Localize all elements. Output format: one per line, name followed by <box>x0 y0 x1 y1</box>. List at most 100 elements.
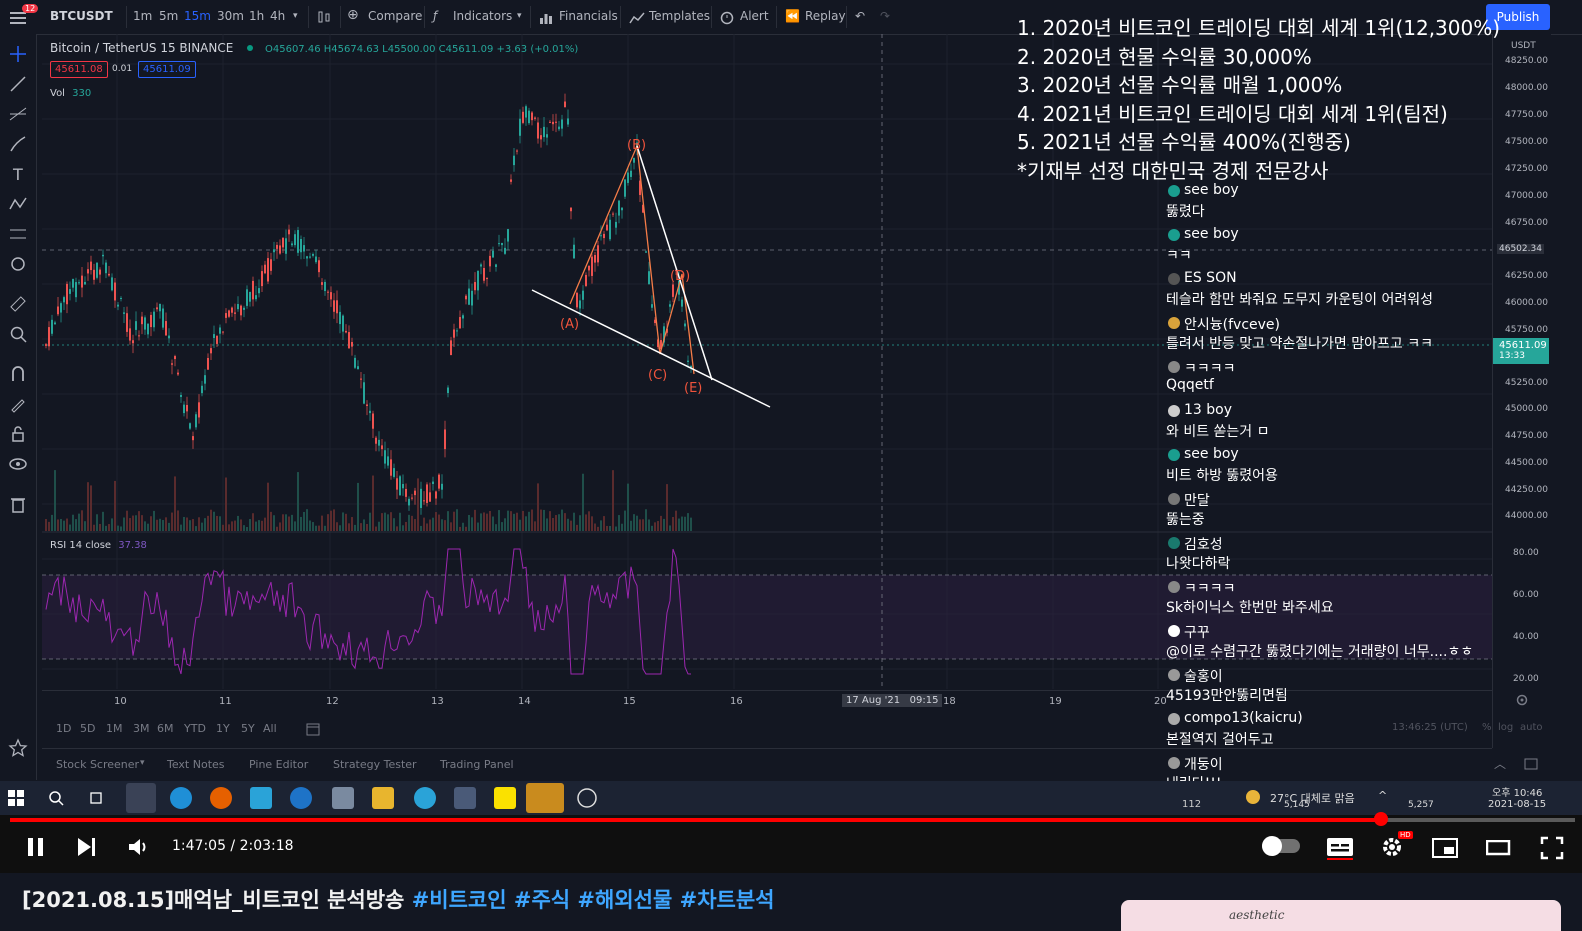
volume-icon[interactable] <box>127 836 151 858</box>
app-icon[interactable] <box>332 787 354 809</box>
wave-label[interactable]: (A) <box>560 317 579 332</box>
video-hashtags[interactable]: #비트코인 #주식 #해외선물 #차트분석 <box>412 888 775 912</box>
zoom-icon[interactable] <box>8 324 28 344</box>
range-ytd[interactable]: YTD <box>184 722 206 735</box>
wave-label[interactable]: (D) <box>670 269 690 284</box>
chevron-down-icon[interactable]: ▾ <box>293 11 298 21</box>
candles-icon[interactable] <box>316 9 332 29</box>
shapes-icon[interactable] <box>8 254 28 274</box>
range-all[interactable]: All <box>263 722 277 735</box>
next-icon[interactable] <box>76 836 98 858</box>
alert-button[interactable]: Alert <box>740 9 769 23</box>
sell-price-box[interactable]: 45611.08 <box>50 61 108 78</box>
trend-line-icon[interactable] <box>8 74 28 94</box>
task-view-icon[interactable] <box>88 790 104 806</box>
weather-text[interactable]: 27°C 대체로 맑음 <box>1270 790 1355 806</box>
auto-toggle[interactable]: auto <box>1520 722 1543 733</box>
compare-plus-icon[interactable]: ⊕ <box>347 7 359 23</box>
chevron-down-icon[interactable]: ▾ <box>140 758 145 768</box>
fib-icon[interactable] <box>8 104 28 124</box>
wave-label[interactable]: (B) <box>627 138 646 153</box>
templates-button[interactable]: Templates <box>649 9 710 23</box>
windows-start-icon[interactable] <box>8 790 24 806</box>
tab-pine-editor[interactable]: Pine Editor <box>249 758 308 771</box>
subtitles-icon[interactable] <box>1326 836 1354 860</box>
buy-price-box[interactable]: 45611.09 <box>138 61 196 78</box>
recommended-thumbnail[interactable]: aesthetic <box>1121 900 1561 931</box>
symbol-search[interactable]: BTCUSDT <box>50 9 113 23</box>
range-1d[interactable]: 1D <box>56 722 71 735</box>
replay-button[interactable]: Replay <box>805 9 846 23</box>
prediction-icon[interactable] <box>8 224 28 244</box>
file-explorer-icon[interactable] <box>372 787 394 809</box>
telegram-icon[interactable] <box>414 787 436 809</box>
pause-icon[interactable] <box>25 836 47 858</box>
kakaotalk-icon[interactable] <box>494 787 516 809</box>
interval-30m[interactable]: 30m <box>217 9 244 23</box>
fullscreen-icon[interactable] <box>1540 836 1564 860</box>
range-1m[interactable]: 1M <box>106 722 123 735</box>
maximize-panel-icon[interactable] <box>1524 757 1538 771</box>
interval-4h[interactable]: 4h <box>270 9 285 23</box>
interval-1h[interactable]: 1h <box>249 9 264 23</box>
tab-trading-panel[interactable]: Trading Panel <box>440 758 514 771</box>
brush-icon[interactable] <box>8 134 28 154</box>
current-price-value: 45611.09 <box>1499 340 1547 351</box>
progress-scrubber[interactable] <box>1373 812 1388 826</box>
chevron-down-icon[interactable]: ▾ <box>517 11 522 21</box>
tab-strategy-tester[interactable]: Strategy Tester <box>333 758 417 771</box>
symbol-title[interactable]: Bitcoin / TetherUS 15 BINANCE <box>50 41 233 55</box>
lock-icon[interactable] <box>8 424 28 444</box>
pattern-icon[interactable] <box>8 194 28 214</box>
chevron-up-icon[interactable]: ^ <box>1378 789 1387 802</box>
system-clock-date[interactable]: 2021-08-15 <box>1488 799 1546 810</box>
redo-icon[interactable]: ↷ <box>880 9 890 23</box>
wave-label[interactable]: (E) <box>684 381 702 396</box>
text-tool-icon[interactable]: T <box>8 164 28 184</box>
chrome-icon[interactable] <box>126 783 156 813</box>
tab-text-notes[interactable]: Text Notes <box>167 758 225 771</box>
log-toggle[interactable]: log <box>1498 722 1513 733</box>
edge-icon[interactable] <box>170 787 192 809</box>
magnet-icon[interactable] <box>8 364 28 384</box>
interval-5m[interactable]: 5m <box>159 9 178 23</box>
undo-icon[interactable]: ↶ <box>855 9 865 23</box>
app-icon[interactable] <box>250 787 272 809</box>
interval-1m[interactable]: 1m <box>133 9 152 23</box>
theater-mode-icon[interactable] <box>1486 840 1512 856</box>
internet-explorer-icon[interactable] <box>290 787 312 809</box>
range-6m[interactable]: 6M <box>157 722 174 735</box>
ruler-icon[interactable] <box>8 294 28 314</box>
interval-15m[interactable]: 15m <box>184 9 211 23</box>
sticky-notes-icon[interactable] <box>526 783 564 813</box>
stay-drawing-icon[interactable] <box>8 394 28 414</box>
price-axis[interactable]: USDT 48250.00 48000.00 47750.00 47500.00 472… <box>1492 34 1551 748</box>
wave-label[interactable]: (C) <box>648 368 667 383</box>
calculator-icon[interactable] <box>454 787 476 809</box>
date-range-icon[interactable] <box>306 722 320 736</box>
search-icon[interactable] <box>48 790 64 806</box>
miniplayer-icon[interactable] <box>1432 837 1458 859</box>
chat-username: 개둥이 <box>1184 757 1223 773</box>
compare-button[interactable]: Compare <box>368 9 422 23</box>
indicators-button[interactable]: Indicators <box>453 9 512 23</box>
chat-message: 김호성 나왓다하락 <box>1166 532 1496 576</box>
financials-button[interactable]: Financials <box>559 9 618 23</box>
crosshair-icon[interactable] <box>8 44 28 64</box>
chat-message: ㅋㅋㅋㅋ Sk하이닉스 한번만 봐주세요 <box>1166 576 1496 620</box>
range-5d[interactable]: 5D <box>80 722 95 735</box>
tab-stock-screener[interactable]: Stock Screener <box>56 758 139 771</box>
system-clock-time[interactable]: 오후 10:46 <box>1492 784 1542 799</box>
trash-icon[interactable] <box>8 494 28 514</box>
settings-gear-icon[interactable] <box>1515 693 1529 707</box>
range-3m[interactable]: 3M <box>133 722 150 735</box>
firefox-icon[interactable] <box>210 787 232 809</box>
eye-icon[interactable] <box>8 454 28 474</box>
star-icon[interactable] <box>8 738 28 758</box>
clock-app-icon[interactable] <box>576 787 598 809</box>
range-1y[interactable]: 1Y <box>216 722 230 735</box>
notification-badge: 12 <box>22 4 39 13</box>
autoplay-toggle[interactable] <box>1262 836 1300 856</box>
time-tick: 10 <box>114 696 127 707</box>
range-5y[interactable]: 5Y <box>241 722 255 735</box>
